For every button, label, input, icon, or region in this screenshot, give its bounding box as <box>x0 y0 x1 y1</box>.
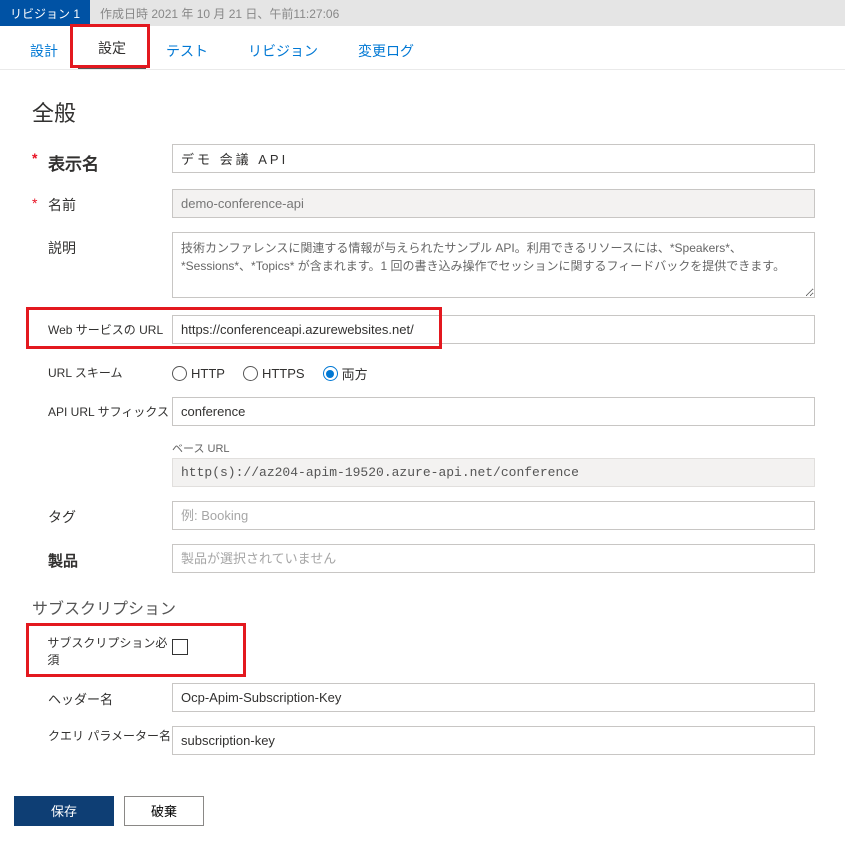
input-products[interactable] <box>172 544 815 573</box>
label-display-name: 表示名 <box>48 150 99 175</box>
input-web-service-url[interactable] <box>172 315 815 344</box>
label-subscription-required: サブスクリプション必須 <box>47 635 172 669</box>
section-general-title: 全般 <box>32 96 815 128</box>
revision-date: 作成日時 2021 年 10 月 21 日、午前11:27:06 <box>100 5 339 22</box>
input-display-name[interactable] <box>172 144 815 173</box>
radio-icon <box>323 366 338 381</box>
tabs: 設計 設定 テスト リビジョン 変更ログ <box>0 26 845 70</box>
input-tags[interactable] <box>172 501 815 530</box>
revision-bar: リビジョン 1 作成日時 2021 年 10 月 21 日、午前11:27:06 <box>0 0 845 26</box>
label-query-param-name: クエリ パラメーター名 <box>48 728 171 745</box>
section-subscription-title: サブスクリプション <box>32 595 815 619</box>
label-api-url-suffix: API URL サフィックス <box>48 403 169 420</box>
label-description: 説明 <box>48 238 76 258</box>
radio-icon <box>243 366 258 381</box>
tab-design[interactable]: 設計 <box>10 31 78 69</box>
radio-https[interactable]: HTTPS <box>243 366 305 381</box>
save-button[interactable]: 保存 <box>14 796 114 826</box>
label-products: 製品 <box>48 550 78 571</box>
textarea-description[interactable]: 技術カンファレンスに関連する情報が与えられたサンプル API。利用できるリソース… <box>172 232 815 298</box>
input-api-url-suffix[interactable] <box>172 397 815 426</box>
label-header-name: ヘッダー名 <box>48 689 113 708</box>
tab-settings[interactable]: 設定 <box>78 28 146 69</box>
revision-badge[interactable]: リビジョン 1 <box>0 0 90 26</box>
tab-revisions[interactable]: リビジョン <box>228 31 338 69</box>
label-base-url: ベース URL <box>172 440 815 456</box>
base-url-value: http(s)://az204-apim-19520.azure-api.net… <box>172 458 815 487</box>
input-query-param-name[interactable] <box>172 726 815 755</box>
label-url-scheme: URL スキーム <box>48 364 123 381</box>
input-name <box>172 189 815 218</box>
discard-button[interactable]: 破棄 <box>124 796 204 826</box>
label-web-service-url: Web サービスの URL <box>48 321 163 338</box>
radio-group-url-scheme: HTTP HTTPS 両方 <box>172 358 815 383</box>
tab-test[interactable]: テスト <box>146 31 228 69</box>
input-header-name[interactable] <box>172 683 815 712</box>
tab-changelog[interactable]: 変更ログ <box>338 31 434 69</box>
radio-icon <box>172 366 187 381</box>
label-name: 名前 <box>48 195 76 215</box>
radio-both[interactable]: 両方 <box>323 364 368 383</box>
checkbox-subscription-required[interactable] <box>172 639 188 655</box>
label-tags: タグ <box>48 507 76 527</box>
radio-http[interactable]: HTTP <box>172 366 225 381</box>
